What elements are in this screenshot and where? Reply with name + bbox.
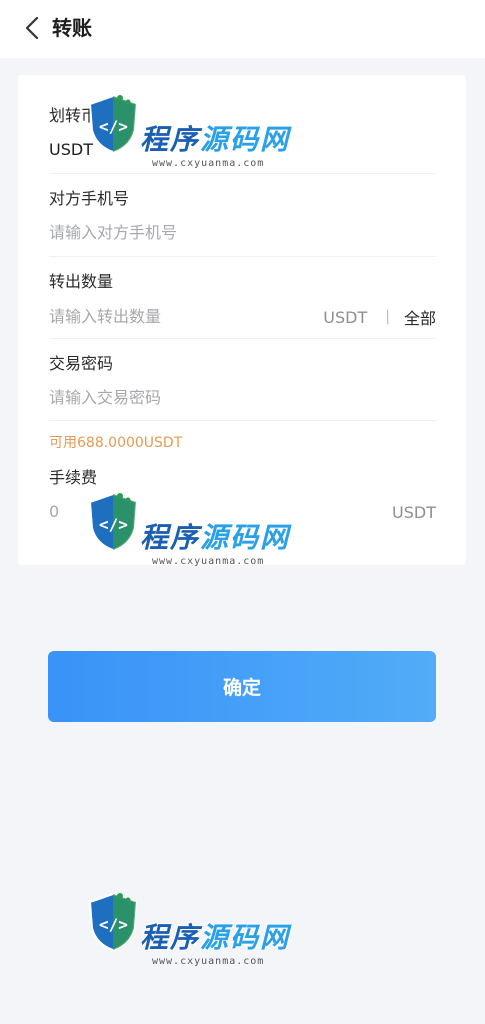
password-label: 交易密码	[49, 354, 114, 373]
shield-logo-icon: </>	[88, 892, 138, 952]
amount-label: 转出数量	[49, 272, 114, 291]
phone-input[interactable]: 请输入对方手机号	[49, 222, 436, 244]
confirm-button[interactable]: 确定	[48, 651, 436, 722]
fee-label: 手续费	[49, 468, 98, 487]
available-text: 可用688.0000USDT	[49, 435, 183, 451]
fee-field: 手续费 0 USDT	[49, 467, 436, 523]
fee-unit: USDT	[392, 502, 436, 522]
divider	[49, 420, 436, 421]
all-button[interactable]: 全部	[404, 305, 436, 329]
divider	[49, 173, 436, 174]
amount-separator: |	[385, 309, 390, 325]
top-bar: 转账	[0, 0, 485, 58]
back-button[interactable]	[18, 14, 46, 42]
password-input[interactable]: 请输入交易密码	[49, 387, 436, 409]
page-title: 转账	[52, 16, 92, 40]
phone-field: 对方手机号 请输入对方手机号	[49, 188, 436, 244]
coin-field[interactable]: 划转币种 USDT	[49, 105, 436, 161]
chevron-left-icon	[25, 16, 39, 40]
amount-unit: USDT	[323, 307, 368, 327]
transfer-form-card: 划转币种 USDT 对方手机号 请输入对方手机号 转出数量 请输入转出数量 US…	[18, 75, 466, 565]
divider	[49, 338, 436, 339]
amount-input[interactable]: 请输入转出数量	[49, 306, 161, 328]
coin-value: USDT	[49, 140, 93, 159]
watermark-title: 程序源码网	[140, 921, 291, 954]
divider	[49, 256, 436, 257]
watermark: </> 程序源码网 www.cxyuanma.com	[84, 890, 294, 990]
available-balance: 可用688.0000USDT	[49, 433, 436, 453]
watermark-url: www.cxyuanma.com	[152, 956, 265, 967]
password-field: 交易密码 请输入交易密码	[49, 353, 436, 409]
fee-value: 0	[49, 502, 60, 521]
phone-label: 对方手机号	[49, 189, 130, 208]
svg-text:</>: </>	[99, 915, 128, 934]
coin-label: 划转币种	[49, 106, 114, 125]
transfer-page: 转账 划转币种 USDT 对方手机号 请输入对方手机号 转出数量 请输入转出数量…	[0, 0, 485, 1024]
amount-field: 转出数量 请输入转出数量 USDT | 全部	[49, 271, 436, 329]
